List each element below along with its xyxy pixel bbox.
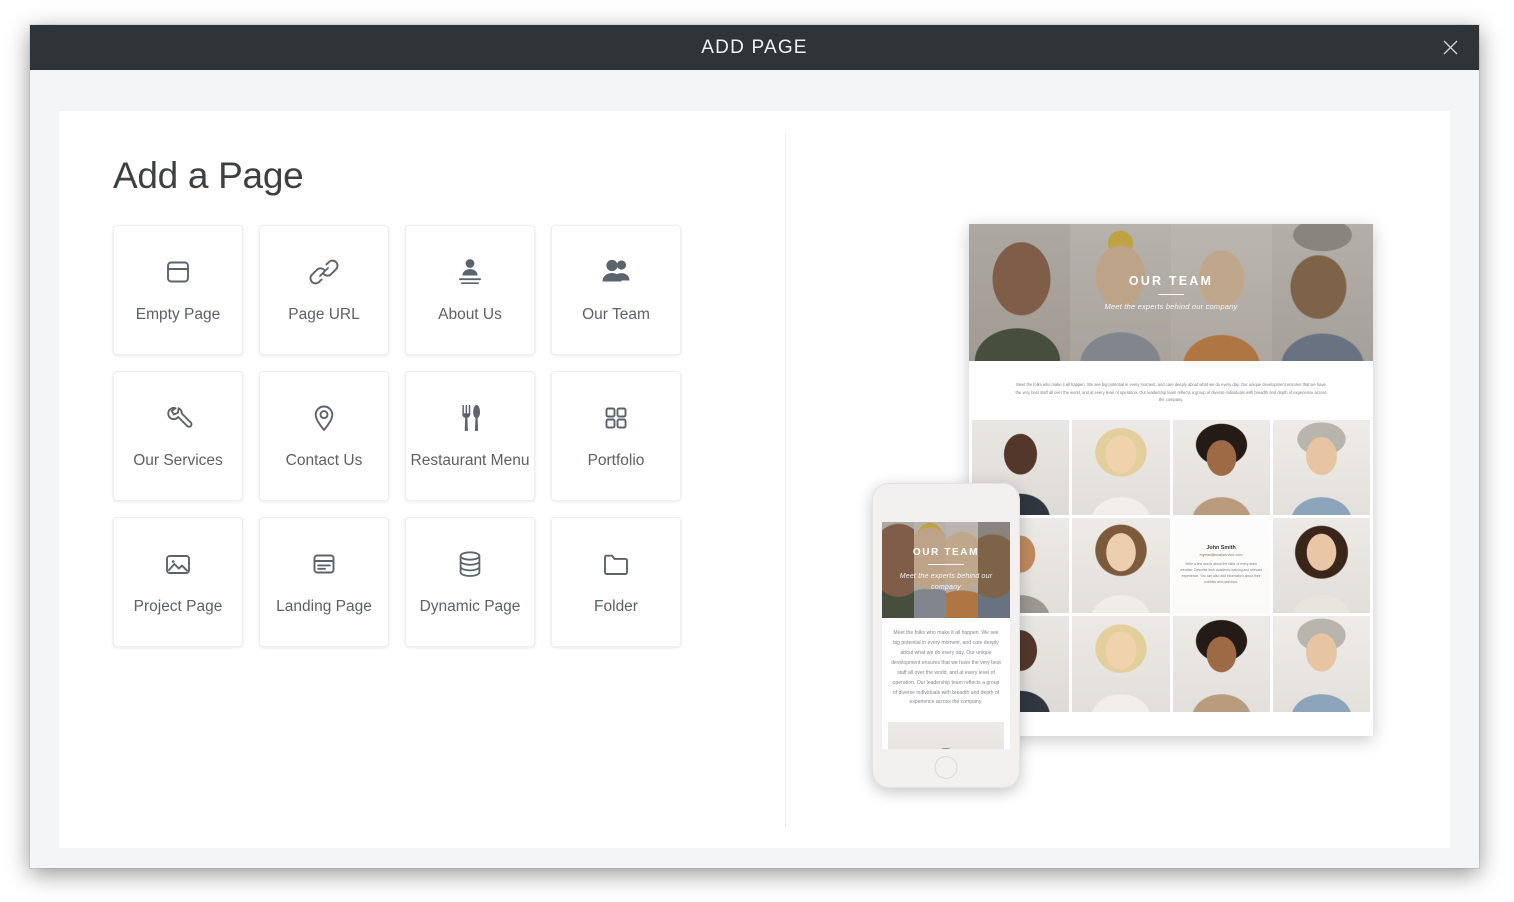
modal-body: Add a Page Empty Page Page URL About Us … (59, 111, 1450, 848)
modal-titlebar: ADD PAGE (30, 25, 1479, 70)
folder-icon (598, 542, 634, 586)
team-member-cell[interactable] (1272, 616, 1370, 712)
page-type-restaurant-menu[interactable]: Restaurant Menu (405, 371, 535, 501)
team-member-cell[interactable] (1072, 517, 1170, 614)
page-type-label: Page URL (288, 306, 360, 323)
page-type-our-services[interactable]: Our Services (113, 371, 243, 501)
mobile-intro-block: Meet the folks who make it all happen. W… (882, 618, 1010, 717)
template-preview-pane: OUR TEAM Meet the experts behind our com… (786, 111, 1450, 848)
person-lines-icon (452, 250, 488, 294)
page-type-empty-page[interactable]: Empty Page (113, 225, 243, 355)
page-type-contact-us[interactable]: Contact Us (259, 371, 389, 501)
modal-title: ADD PAGE (701, 36, 808, 58)
page-title: Add a Page (113, 155, 304, 196)
page-type-label: Our Services (133, 452, 223, 469)
fork-knife-icon (454, 396, 486, 440)
hero-divider (1158, 293, 1184, 296)
page-type-label: About Us (438, 306, 502, 323)
close-icon[interactable] (1435, 33, 1465, 63)
page-type-label: Our Team (582, 306, 650, 323)
page-type-label: Contact Us (285, 452, 363, 469)
hero-title: OUR TEAM (1128, 273, 1214, 288)
page-type-label: Empty Page (135, 306, 221, 323)
mobile-screen: OUR TEAM Meet the experts behind our com… (882, 522, 1010, 749)
page-type-folder[interactable]: Folder (551, 517, 681, 647)
mobile-hero-subtitle: Meet the experts behind our company (899, 573, 993, 591)
team-member-info-card: John Smith mymail@mailservice.com Write … (1172, 517, 1270, 614)
mobile-team-photo (888, 722, 1004, 749)
team-member-grid: John Smith mymail@mailservice.com Write … (969, 419, 1373, 715)
team-member-bio: Write a few words about the skills of ev… (1180, 562, 1263, 585)
page-type-our-team[interactable]: Our Team (551, 225, 681, 355)
page-type-landing-page[interactable]: Landing Page (259, 517, 389, 647)
desktop-preview[interactable]: OUR TEAM Meet the experts behind our com… (969, 224, 1373, 736)
team-member-cell[interactable] (1272, 419, 1370, 515)
page-type-label: Project Page (133, 598, 223, 615)
link-chain-icon (306, 250, 342, 294)
add-page-modal: ADD PAGE Add a Page Empty Page Page URL … (30, 25, 1479, 868)
team-member-cell[interactable] (1072, 616, 1170, 712)
page-type-page-url[interactable]: Page URL (259, 225, 389, 355)
page-type-label: Landing Page (276, 598, 372, 615)
page-type-pane: Add a Page Empty Page Page URL About Us … (59, 111, 785, 848)
team-member-name: John Smith (1206, 545, 1236, 552)
page-type-label: Folder (594, 598, 638, 615)
desktop-intro-block: Meet the folks who make it all happen. W… (969, 361, 1373, 420)
image-icon (160, 542, 196, 586)
card-lines-icon (307, 542, 341, 586)
team-member-cell[interactable] (1072, 419, 1170, 515)
page-type-dynamic-page[interactable]: Dynamic Page (405, 517, 535, 647)
map-pin-icon (307, 396, 341, 440)
wrench-icon (160, 396, 196, 440)
mobile-intro-text: Meet the folks who make it all happen. W… (891, 630, 1001, 706)
grid-squares-icon (599, 396, 633, 440)
team-member-cell[interactable] (1272, 517, 1370, 614)
page-type-about-us[interactable]: About Us (405, 225, 535, 355)
mobile-hero: OUR TEAM Meet the experts behind our com… (882, 522, 1010, 618)
page-type-label: Portfolio (587, 452, 645, 469)
browser-window-icon (161, 250, 195, 294)
database-icon (453, 542, 487, 586)
home-button-icon (934, 756, 958, 779)
page-type-label: Dynamic Page (419, 598, 521, 615)
screen: ADD PAGE Add a Page Empty Page Page URL … (0, 0, 1514, 902)
team-member-cell-hovered[interactable]: John Smith mymail@mailservice.com Write … (1172, 517, 1270, 614)
desktop-hero: OUR TEAM Meet the experts behind our com… (969, 224, 1373, 361)
mobile-hero-title: OUR TEAM (912, 546, 980, 558)
page-type-project-page[interactable]: Project Page (113, 517, 243, 647)
team-member-cell[interactable] (1172, 419, 1270, 515)
desktop-intro-text: Meet the folks who make it all happen. W… (1015, 382, 1327, 403)
page-type-portfolio[interactable]: Portfolio (551, 371, 681, 501)
team-member-cell[interactable] (1172, 616, 1270, 712)
mobile-preview[interactable]: OUR TEAM Meet the experts behind our com… (872, 483, 1020, 788)
hero-subtitle: Meet the experts behind our company (1104, 302, 1238, 312)
page-type-grid: Empty Page Page URL About Us Our Team Ou… (113, 225, 697, 647)
two-people-icon (597, 250, 635, 294)
mobile-hero-divider (928, 563, 964, 566)
team-member-email: mymail@mailservice.com (1199, 553, 1243, 558)
page-type-label: Restaurant Menu (410, 452, 530, 469)
